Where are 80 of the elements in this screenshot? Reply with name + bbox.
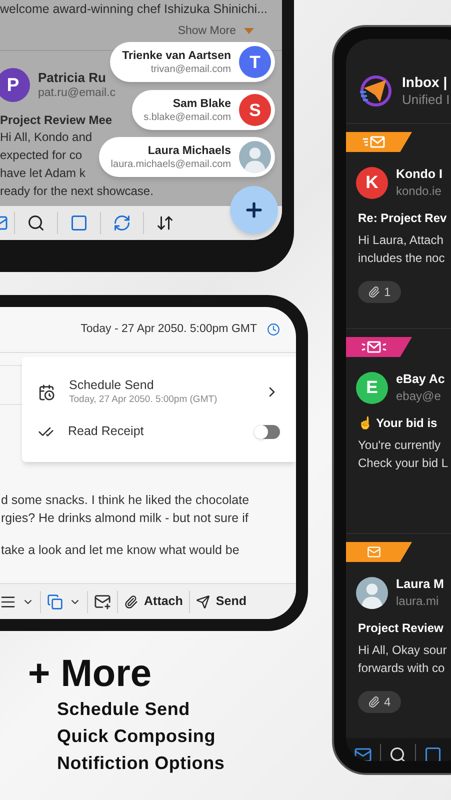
email-preview-line: Check your bid L bbox=[358, 455, 448, 472]
contact-email: s.blake@email.com bbox=[144, 110, 231, 124]
copy-icon[interactable] bbox=[47, 594, 63, 610]
email-subject: Project Review Mee bbox=[0, 112, 112, 128]
show-more-button[interactable]: Show More bbox=[178, 24, 236, 38]
avatar-silhouette bbox=[239, 141, 271, 173]
schedule-send-row[interactable]: Schedule Send Today, 27 Apr 2050. 5:00pm (GMT) bbox=[38, 378, 280, 406]
paperclip-icon bbox=[368, 696, 380, 708]
email-preview-line: Hi Laura, Attach bbox=[358, 232, 444, 249]
mail-alert-icon bbox=[360, 340, 388, 354]
email-preview-line: You're currently bbox=[358, 437, 441, 454]
mail-icon bbox=[367, 545, 381, 559]
avatar: T bbox=[239, 46, 271, 78]
avatar: S bbox=[239, 94, 271, 126]
search-icon[interactable] bbox=[389, 746, 407, 761]
inbox-subtitle: Unified I bbox=[402, 91, 450, 108]
sender-name: eBay Ac bbox=[396, 371, 445, 388]
option-title: Read Receipt bbox=[68, 423, 145, 440]
avatar-silhouette bbox=[356, 576, 388, 608]
email-body-line: have let Adam k bbox=[0, 165, 86, 182]
attach-button[interactable]: Attach bbox=[124, 592, 183, 611]
send-button[interactable]: Send bbox=[196, 592, 246, 611]
sender-email: pat.ru@email.c bbox=[38, 86, 116, 100]
email-subject: Project Review bbox=[357, 620, 444, 637]
mail-icon[interactable] bbox=[354, 746, 372, 761]
schedule-label: Today - 27 Apr 2050. 5:00pm GMT bbox=[80, 322, 257, 337]
paperclip-icon bbox=[124, 594, 138, 608]
fast-mail-icon bbox=[362, 136, 386, 148]
message-body-line: rgies? He drinks almond milk - but not sure if bbox=[1, 510, 248, 527]
inbox-title: Inbox | bbox=[402, 74, 448, 91]
avatar: K bbox=[356, 166, 388, 198]
contact-email: laura.michaels@email.com bbox=[110, 158, 231, 170]
square-icon[interactable] bbox=[70, 214, 88, 232]
sender-name: Laura M bbox=[396, 576, 444, 593]
contact-suggestion[interactable]: Sam Blake s.blake@email.com S bbox=[132, 90, 275, 130]
option-subtitle: Today, 27 Apr 2050. 5:00pm (GMT) bbox=[69, 393, 218, 406]
plus-icon bbox=[243, 199, 265, 221]
contact-name: Laura Michaels bbox=[148, 144, 231, 158]
read-receipt-toggle[interactable] bbox=[254, 424, 280, 438]
caret-icon bbox=[244, 28, 254, 34]
attachment-chip[interactable]: 1 bbox=[358, 281, 401, 303]
option-title: Schedule Send bbox=[69, 378, 155, 394]
message-body-line: take a look and let me know what would be bbox=[1, 542, 240, 559]
mail-plus-icon[interactable] bbox=[94, 593, 111, 610]
sender-email: kondo.ie bbox=[396, 183, 442, 199]
calendar-clock-icon bbox=[38, 384, 55, 401]
feature-item: Schedule Send bbox=[57, 698, 191, 721]
avatar: P bbox=[0, 68, 30, 102]
email-subject: Re: Project Rev bbox=[357, 210, 447, 227]
email-body-line: Hi All, Kondo and bbox=[0, 129, 92, 146]
paperclip-icon bbox=[368, 286, 380, 298]
send-icon bbox=[196, 594, 210, 608]
email-subject: ☝ Your bid is bbox=[357, 415, 438, 432]
email-preview-line: forwards with co bbox=[358, 660, 445, 677]
contact-suggestion[interactable]: Trienke van Aartsen trivan@email.com T bbox=[110, 42, 275, 82]
align-icon[interactable] bbox=[0, 594, 16, 610]
contact-suggestion[interactable]: Laura Michaels laura.michaels@email.com bbox=[98, 137, 275, 177]
sender-email: laura.mi bbox=[396, 593, 440, 609]
attachment-chip[interactable]: 4 bbox=[358, 691, 401, 713]
email-body-line: ready for the next showcase. bbox=[0, 183, 154, 200]
sender-name: Kondo I bbox=[396, 166, 443, 183]
sender-email: ebay@e bbox=[396, 388, 442, 404]
feature-item: Notifiction Options bbox=[57, 752, 225, 775]
paper-plane-logo bbox=[358, 74, 392, 108]
contact-email: trivan@email.com bbox=[150, 62, 231, 76]
email-preview-line: includes the noc bbox=[358, 250, 445, 267]
message-body-line: d some snacks. I think he liked the chocolate bbox=[1, 492, 250, 509]
feature-item: Quick Composing bbox=[57, 725, 217, 748]
email-body-line: expected for co bbox=[0, 147, 82, 164]
contact-name: Sam Blake bbox=[172, 96, 231, 110]
promo-heading: + More bbox=[28, 652, 153, 696]
avatar: E bbox=[356, 372, 388, 404]
contact-name: Trienke van Aartsen bbox=[122, 48, 231, 62]
email-preview-line: Hi All, Okay sour bbox=[358, 642, 447, 659]
sort-icon[interactable] bbox=[156, 214, 174, 232]
clock-icon[interactable] bbox=[267, 323, 280, 336]
refresh-icon[interactable] bbox=[113, 214, 131, 232]
sender-name: Patricia Ru bbox=[38, 70, 106, 86]
preview-text: welcome award-winning chef Ishizuka Shinichi... bbox=[0, 2, 268, 16]
search-icon[interactable] bbox=[27, 214, 45, 232]
